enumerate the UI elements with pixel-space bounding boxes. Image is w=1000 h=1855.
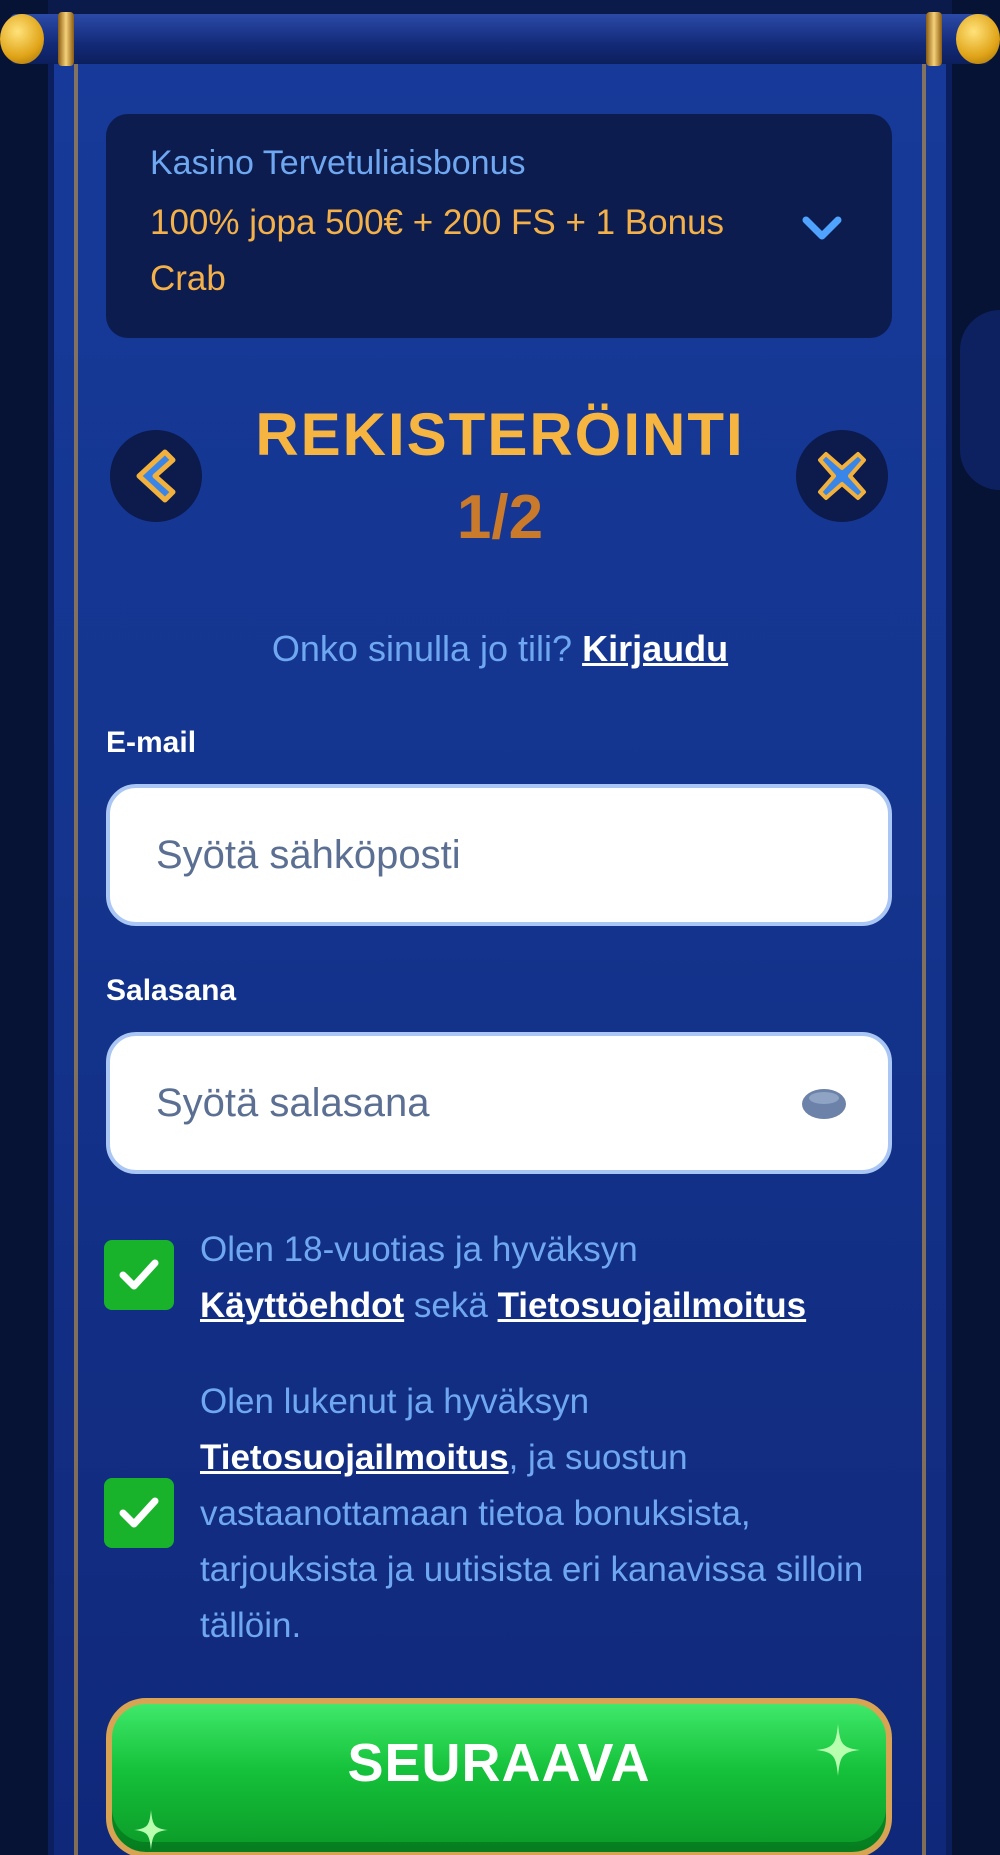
age-terms-text-2: sekä [413,1286,488,1325]
age-terms-text-1: Olen 18-vuotias ja hyväksyn [200,1230,638,1269]
password-field-wrapper [106,1032,892,1174]
page-title: REKISTERÖINTI [255,401,745,468]
scroll-knob-right [956,14,1000,64]
background-left [0,0,48,1855]
age-terms-text: Olen 18-vuotias ja hyväksyn Käyttöehdot … [200,1222,880,1334]
next-button[interactable]: SEURAAVA [106,1698,892,1855]
bonus-title: Kasino Tervetuliaisbonus [150,144,526,182]
marketing-consent-text-1: Olen lukenut ja hyväksyn [200,1382,590,1421]
login-link[interactable]: Kirjaudu [582,628,728,669]
sparkle-icon [816,1724,860,1776]
login-prompt-text: Onko sinulla jo tili? [271,628,573,669]
email-field-wrapper [106,784,892,926]
privacy-link-2[interactable]: Tietosuojailmoitus [200,1438,509,1477]
scroll-band-right [926,12,942,66]
marketing-consent-text: Olen lukenut ja hyväksyn Tietosuojailmoi… [200,1374,880,1654]
chevron-down-icon[interactable] [800,206,844,250]
password-field[interactable] [156,1080,842,1126]
marketing-consent-checkbox[interactable] [104,1478,174,1548]
terms-link[interactable]: Käyttöehdot [200,1286,404,1325]
scroll-band-left [58,12,74,66]
background-right [952,0,1000,1855]
checkmark-icon [119,1497,159,1528]
privacy-link[interactable]: Tietosuojailmoitus [498,1286,807,1325]
email-label: E-mail [106,726,197,759]
bonus-offer: 100% jopa 500€ + 200 FS + 1 Bonus Crab [150,203,725,298]
sparkle-icon [134,1810,168,1850]
password-label: Salasana [106,974,237,1007]
step-indicator: 1/2 [456,483,544,552]
scroll-top-rod [10,14,990,64]
eye-icon[interactable] [800,1086,848,1122]
next-button-label: SEURAAVA [347,1733,651,1793]
checkmark-icon [119,1259,159,1290]
age-terms-checkbox[interactable] [104,1240,174,1310]
scroll-knob-left [0,14,44,64]
login-prompt: Onko sinulla jo tili? Kirjaudu [0,628,1000,670]
welcome-bonus-dropdown[interactable]: Kasino Tervetuliaisbonus 100% jopa 500€ … [106,114,892,338]
email-field[interactable] [156,832,842,878]
